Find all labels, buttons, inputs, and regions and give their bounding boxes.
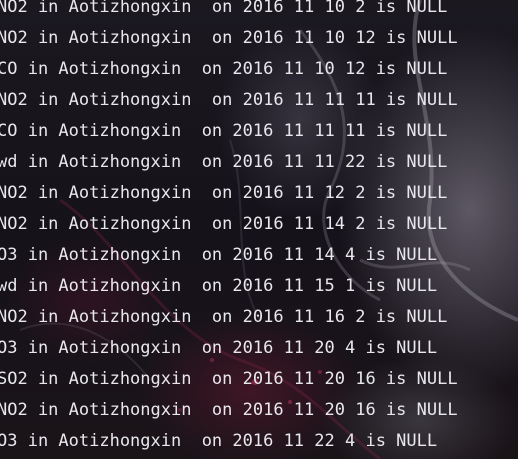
output-line: NO2 in Aotizhongxin on 2016 11 20 16 is … [0,400,458,420]
output-line: O3 in Aotizhongxin on 2016 11 20 4 is NU… [0,338,438,358]
output-line: CO in Aotizhongxin on 2016 11 10 12 is N… [0,59,448,79]
output-line: O3 in Aotizhongxin on 2016 11 14 4 is NU… [0,245,438,265]
output-line: CO in Aotizhongxin on 2016 11 11 11 is N… [0,121,448,141]
output-line: NO2 in Aotizhongxin on 2016 11 10 2 is N… [0,0,448,17]
output-line: NO2 in Aotizhongxin on 2016 11 11 11 is … [0,90,458,110]
output-line: O3 in Aotizhongxin on 2016 11 22 4 is NU… [0,431,438,451]
output-line: NO2 in Aotizhongxin on 2016 11 16 2 is N… [0,307,448,327]
terminal-output-lines: NO2 in Aotizhongxin on 2016 11 10 2 is N… [0,0,518,457]
terminal-output-area[interactable]: NO2 in Aotizhongxin on 2016 11 10 2 is N… [0,0,518,459]
output-line: NO2 in Aotizhongxin on 2016 11 10 12 is … [0,28,458,48]
output-line: SO2 in Aotizhongxin on 2016 11 20 16 is … [0,369,458,389]
output-line: wd in Aotizhongxin on 2016 11 15 1 is NU… [0,276,438,296]
output-line: wd in Aotizhongxin on 2016 11 11 22 is N… [0,152,448,172]
output-line: NO2 in Aotizhongxin on 2016 11 12 2 is N… [0,183,448,203]
output-line: NO2 in Aotizhongxin on 2016 11 14 2 is N… [0,214,448,234]
